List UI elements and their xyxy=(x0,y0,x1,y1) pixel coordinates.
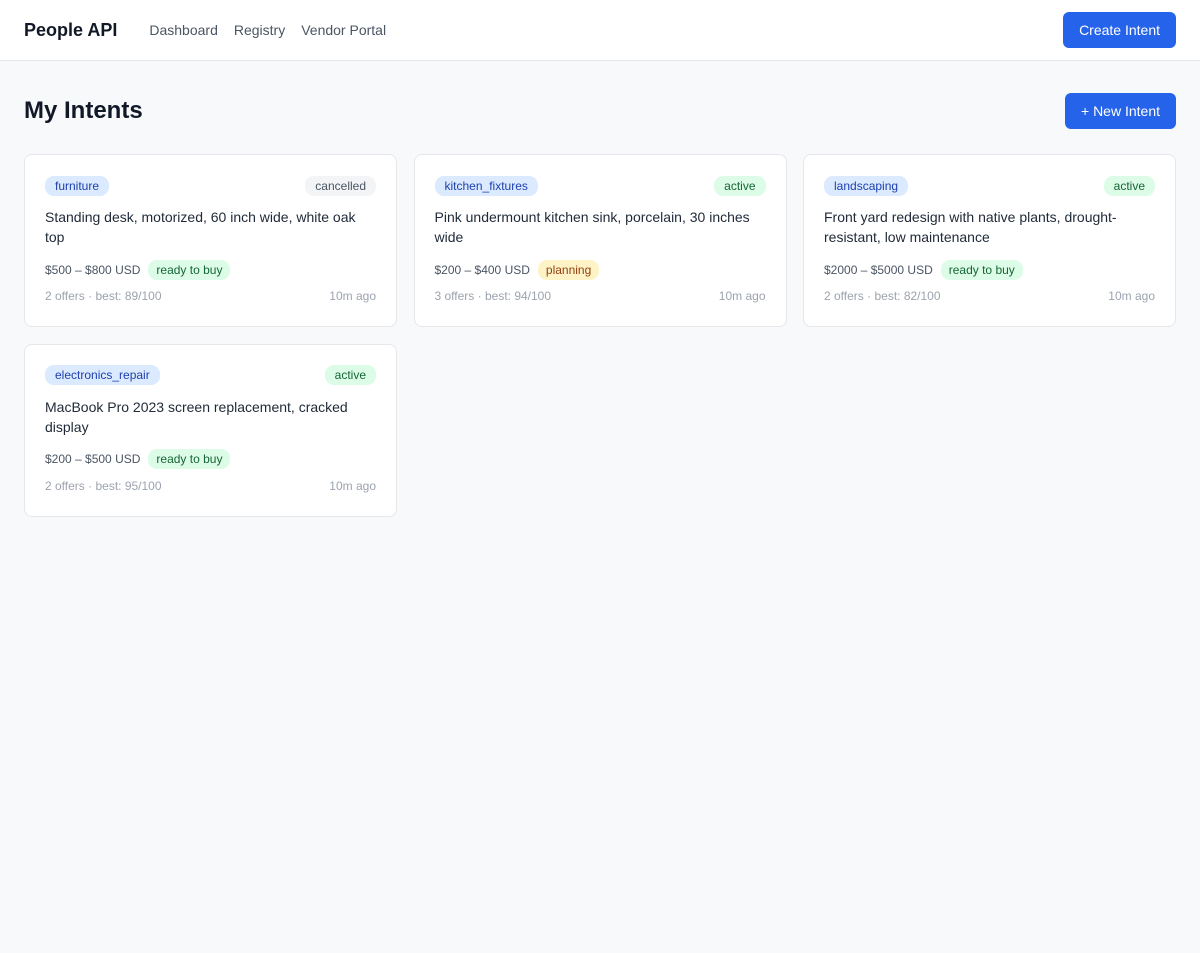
stage-badge: ready to buy xyxy=(148,259,231,280)
offers-summary: 2 offers · best: 95/100 xyxy=(45,478,162,493)
stage-badge: ready to buy xyxy=(940,259,1023,280)
offers-summary: 2 offers · best: 89/100 xyxy=(45,289,162,303)
timestamp: 10m ago xyxy=(329,478,376,493)
timestamp: 10m ago xyxy=(718,289,766,303)
intent-card[interactable]: kitchen_fixtures active Pink undermount … xyxy=(413,154,787,327)
intent-card[interactable]: electronics_repair active MacBook Pro 20… xyxy=(24,343,397,517)
price-range: $2000 – $5000 USD xyxy=(824,262,933,277)
status-badge: active xyxy=(1103,175,1155,196)
page-header: My Intents + New Intent xyxy=(24,93,1176,129)
top-navbar: People API Dashboard Registry Vendor Por… xyxy=(0,0,1200,61)
offers-summary: 3 offers · best: 94/100 xyxy=(434,289,552,303)
category-badge: kitchen_fixtures xyxy=(434,175,538,196)
brand-logo[interactable]: People API xyxy=(24,20,117,41)
intent-description: Standing desk, motorized, 60 inch wide, … xyxy=(45,209,356,245)
category-badge: landscaping xyxy=(824,175,909,196)
new-intent-button[interactable]: + New Intent xyxy=(1065,93,1176,129)
page-title: My Intents xyxy=(24,97,143,124)
price-range: $200 – $500 USD xyxy=(45,452,141,466)
intent-card[interactable]: furniture cancelled Standing desk, motor… xyxy=(24,154,397,327)
offers-summary: 2 offers · best: 82/100 xyxy=(824,289,941,303)
status-badge: active xyxy=(324,365,376,385)
main-nav: Dashboard Registry Vendor Portal xyxy=(149,22,386,38)
intent-grid: furniture cancelled Standing desk, motor… xyxy=(24,154,1176,517)
price-range: $500 – $800 USD xyxy=(45,262,141,277)
timestamp: 10m ago xyxy=(1108,289,1155,303)
create-intent-button[interactable]: Create Intent xyxy=(1063,12,1176,48)
category-badge: electronics_repair xyxy=(45,365,160,385)
intent-description: Pink undermount kitchen sink, porcelain,… xyxy=(434,209,750,245)
price-range: $200 – $400 USD xyxy=(434,262,530,277)
timestamp: 10m ago xyxy=(329,289,376,303)
main-content: My Intents + New Intent furniture cancel… xyxy=(0,61,1200,549)
nav-vendor-portal[interactable]: Vendor Portal xyxy=(301,22,386,38)
stage-badge: ready to buy xyxy=(148,449,231,469)
intent-description: MacBook Pro 2023 screen replacement, cra… xyxy=(45,398,348,435)
category-badge: furniture xyxy=(45,175,110,196)
nav-dashboard[interactable]: Dashboard xyxy=(149,22,218,38)
status-badge: active xyxy=(714,175,766,196)
stage-badge: planning xyxy=(537,259,600,280)
intent-description: Front yard redesign with native plants, … xyxy=(824,209,1117,245)
status-badge: cancelled xyxy=(305,175,376,196)
nav-registry[interactable]: Registry xyxy=(234,22,285,38)
intent-card[interactable]: landscaping active Front yard redesign w… xyxy=(803,154,1176,327)
